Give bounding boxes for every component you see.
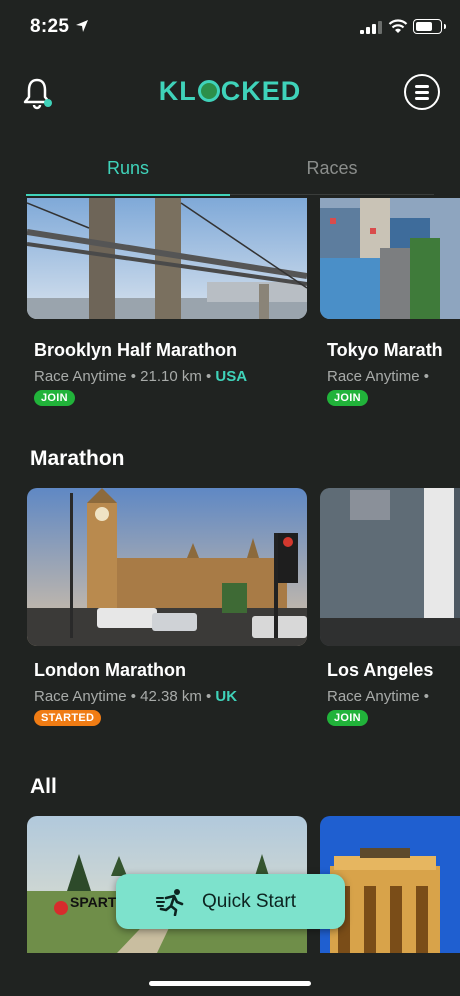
race-name: Tokyo Marath [327,340,443,360]
join-badge: JOIN [327,710,368,726]
battery-icon [413,19,446,34]
tab-bar: Runs Races [26,146,434,196]
race-meta: Race Anytime • [327,368,429,385]
race-image-los-angeles [320,488,460,646]
status-time: 8:25 [30,16,70,37]
logo-globe-icon [197,80,220,102]
menu-line-icon [415,91,429,94]
tab-races[interactable]: Races [230,146,434,195]
race-card-london[interactable]: London Marathon Race Anytime • 42.38 km … [27,488,307,726]
race-card-tokyo[interactable]: Tokyo Marath Race Anytime • JOIN [320,198,460,418]
race-meta: Race Anytime • [327,688,429,705]
logo-text-start: KL [158,76,197,106]
status-bar: 8:25 [0,0,460,56]
home-indicator[interactable] [149,981,311,986]
logo-text-end: CKED [220,76,302,106]
race-details: Race Anytime • 42.38 km • [34,688,212,705]
race-meta: Race Anytime • 21.10 km • USA [34,368,247,385]
running-person-icon [156,889,184,916]
race-country: UK [215,688,238,705]
section-title-all: All [30,775,57,798]
wifi-icon [388,19,408,33]
race-image-tokyo [320,198,460,319]
race-name: Brooklyn Half Marathon [34,340,238,360]
race-details: Race Anytime • 21.10 km • [34,368,212,385]
race-card-los-angeles[interactable]: Los Angeles Race Anytime • JOIN [320,488,460,738]
menu-line-icon [415,97,429,100]
section-title-marathon: Marathon [30,447,125,470]
race-image-london [27,488,307,646]
join-badge: JOIN [34,390,75,406]
app-header: KL CKED [0,66,460,118]
race-image-brooklyn [27,198,307,319]
menu-line-icon [415,85,429,88]
quick-start-label: Quick Start [202,891,296,912]
cellular-signal-icon [360,21,382,34]
location-arrow-icon [76,20,88,32]
race-country: USA [215,368,248,385]
started-badge: STARTED [34,710,102,726]
menu-button[interactable] [404,74,440,110]
tab-runs[interactable]: Runs [26,146,230,196]
klocked-logo: KL CKED [0,76,460,107]
race-name: Los Angeles [327,660,434,680]
quick-start-button[interactable]: Quick Start [116,874,345,929]
race-meta: Race Anytime • 42.38 km • UK [34,688,237,705]
race-name: London Marathon [34,660,186,680]
race-card-brooklyn[interactable]: Brooklyn Half Marathon Race Anytime • 21… [27,198,307,406]
join-badge: JOIN [327,390,368,406]
spartan-sign-text: SPART [70,894,117,910]
